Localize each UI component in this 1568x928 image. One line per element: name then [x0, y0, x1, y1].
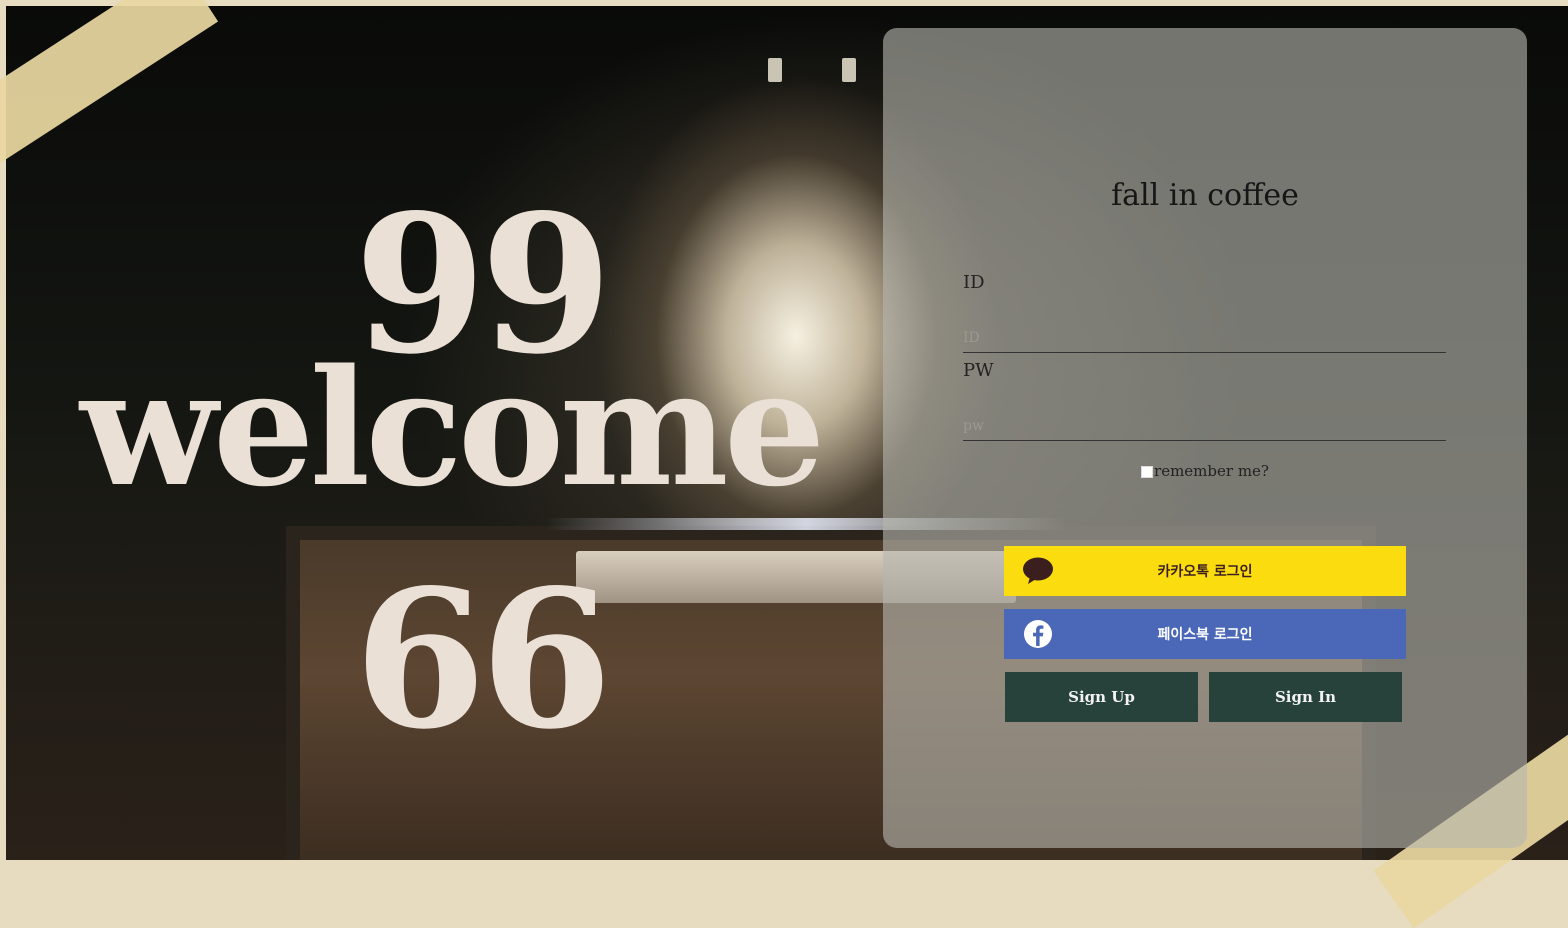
facebook-login-label: 페이스북 로그인 [1157, 627, 1253, 643]
id-label: ID [963, 272, 985, 293]
facebook-icon [1024, 620, 1052, 648]
ceiling-fixture [842, 58, 856, 82]
pw-input[interactable] [963, 412, 1446, 441]
welcome-heading: welcome [80, 334, 826, 522]
login-panel: fall in coffee ID PW remember me? 카카오톡 로… [883, 28, 1527, 848]
kakao-login-label: 카카오톡 로그인 [1157, 564, 1253, 580]
brand-title: fall in coffee [1111, 178, 1299, 213]
close-quote-mark: 66 [354, 548, 612, 771]
kakao-login-button[interactable]: 카카오톡 로그인 [1004, 546, 1406, 596]
remember-me-row: remember me? [883, 462, 1527, 480]
facebook-login-button[interactable]: 페이스북 로그인 [1004, 609, 1406, 659]
ceiling-fixture [768, 58, 782, 82]
id-input[interactable] [963, 324, 1446, 353]
sign-in-button[interactable]: Sign In [1209, 672, 1402, 722]
pw-label: PW [963, 360, 994, 381]
remember-me-checkbox[interactable] [1141, 466, 1154, 478]
remember-me-label[interactable]: remember me? [1154, 462, 1269, 480]
sign-up-button[interactable]: Sign Up [1005, 672, 1198, 722]
kakao-chat-icon [1023, 557, 1053, 584]
